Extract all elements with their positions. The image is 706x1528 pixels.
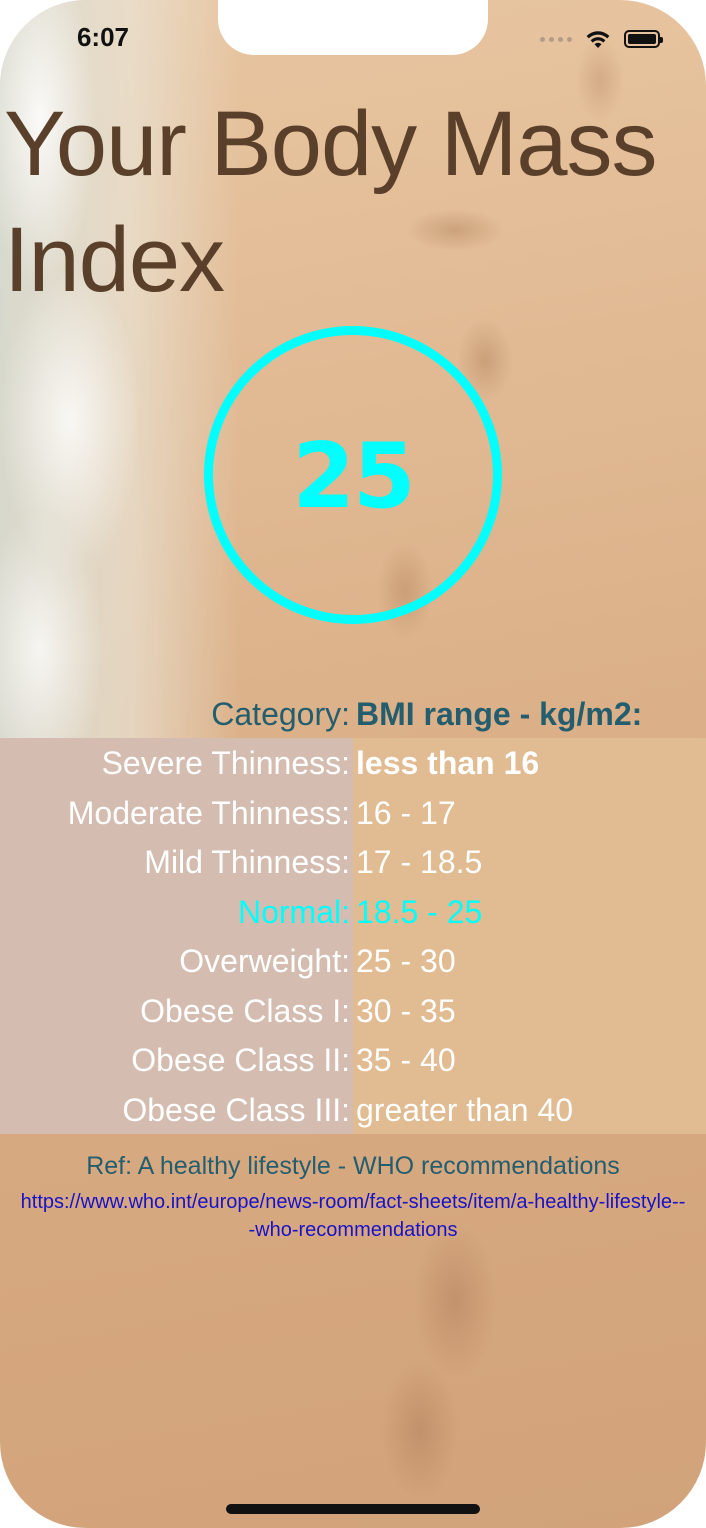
header-category: Category: xyxy=(211,696,350,732)
row-category: Obese Class II: xyxy=(131,1042,350,1078)
table-row: Moderate Thinness: 16 - 17 xyxy=(0,788,706,838)
row-range: 17 - 18.5 xyxy=(356,844,483,880)
battery-icon xyxy=(624,30,663,48)
table-header: Category: BMI range - kg/m2: xyxy=(0,690,706,738)
row-range: 16 - 17 xyxy=(356,794,456,831)
bmi-ring: 25 xyxy=(204,326,502,624)
row-category: Obese Class I: xyxy=(140,992,350,1029)
row-range: less than 16 xyxy=(356,745,540,781)
header-range: BMI range - kg/m2: xyxy=(356,696,643,732)
row-range: 25 - 30 xyxy=(356,943,456,979)
row-category: Overweight: xyxy=(179,943,350,979)
row-range: 18.5 - 25 xyxy=(356,893,483,930)
notch xyxy=(218,0,488,55)
reference-title: Ref: A healthy lifestyle - WHO recommend… xyxy=(86,1152,620,1180)
row-category: Obese Class III: xyxy=(122,1091,350,1128)
home-indicator[interactable] xyxy=(226,1504,480,1514)
page-title: Your Body Mass Index xyxy=(4,93,658,311)
row-range: greater than 40 xyxy=(356,1091,574,1128)
table-row: Obese Class II: 35 - 40 xyxy=(0,1035,706,1085)
table-row: Overweight: 25 - 30 xyxy=(0,936,706,986)
row-range: 30 - 35 xyxy=(356,992,456,1029)
reference-link[interactable]: https://www.who.int/europe/news-room/fac… xyxy=(20,1188,686,1244)
screen: 6:07 Your Body Mass Index 25 Category: B… xyxy=(0,0,706,1528)
table-row-highlighted: Normal: 18.5 - 25 xyxy=(0,887,706,937)
bmi-table: Severe Thinness: less than 16 Moderate T… xyxy=(0,738,706,1134)
table-row: Obese Class III: greater than 40 xyxy=(0,1085,706,1135)
table-row: Severe Thinness: less than 16 xyxy=(0,738,706,788)
cellular-signal-icon xyxy=(540,36,572,42)
row-range: 35 - 40 xyxy=(356,1042,456,1078)
wifi-icon xyxy=(586,31,610,48)
table-row: Obese Class I: 30 - 35 xyxy=(0,986,706,1036)
status-icons xyxy=(540,24,663,54)
row-category: Severe Thinness: xyxy=(101,745,350,781)
bmi-value: 25 xyxy=(292,423,415,529)
status-time: 6:07 xyxy=(76,22,130,52)
row-category: Mild Thinness: xyxy=(144,844,350,880)
table-row: Mild Thinness: 17 - 18.5 xyxy=(0,837,706,887)
row-category: Normal: xyxy=(237,893,350,930)
row-category: Moderate Thinness: xyxy=(67,794,350,831)
